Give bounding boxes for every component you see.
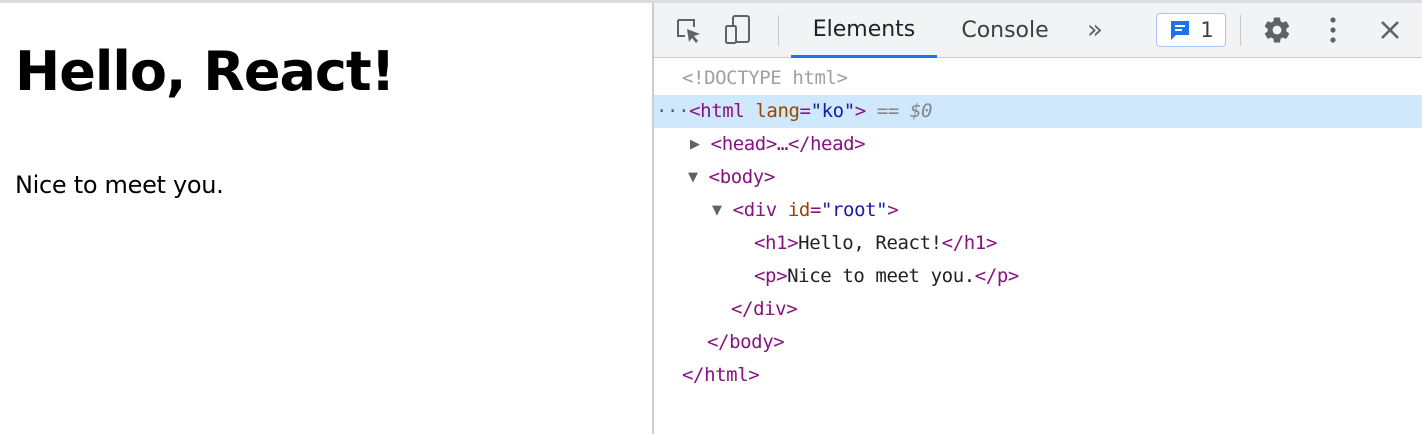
rendered-page: Hello, React! Nice to meet you. — [0, 3, 652, 434]
id-attribute-value: "root" — [820, 199, 888, 221]
lang-attribute-value: "ko" — [810, 100, 856, 122]
tree-node-body-close[interactable]: </body> — [654, 326, 1422, 359]
div-open-tag: <div — [732, 199, 778, 221]
body-open-tag: <body> — [708, 166, 776, 188]
selected-node-marker: == $0 — [876, 100, 933, 122]
node-actions-dots[interactable]: ··· — [656, 100, 690, 122]
collapse-triangle-icon[interactable]: ▼ — [688, 161, 698, 194]
tree-node-div-close[interactable]: </div> — [654, 293, 1422, 326]
div-close-tag: </div> — [731, 298, 798, 320]
tree-node-doctype[interactable]: <!DOCTYPE html> — [654, 62, 1422, 95]
body-close-tag: </body> — [707, 331, 785, 353]
h1-close-tag: </h1> — [941, 232, 998, 254]
tree-node-div-root[interactable]: ▼ <div id="root"> — [654, 194, 1422, 227]
kebab-menu-icon[interactable] — [1318, 3, 1348, 57]
tree-node-html-close[interactable]: </html> — [654, 359, 1422, 392]
page-heading: Hello, React! — [15, 40, 395, 103]
issues-button[interactable]: 1 — [1156, 13, 1226, 47]
close-icon[interactable] — [1374, 3, 1406, 57]
tab-elements[interactable]: Elements — [791, 3, 937, 58]
inspect-element-icon[interactable] — [670, 3, 706, 57]
tree-node-h1[interactable]: <h1>Hello, React!</h1> — [654, 227, 1422, 260]
tree-node-body[interactable]: ▼ <body> — [654, 161, 1422, 194]
doctype-text: <!DOCTYPE html> — [682, 67, 848, 89]
tab-console[interactable]: Console — [947, 3, 1063, 57]
page-paragraph: Nice to meet you. — [15, 171, 224, 199]
p-close-tag: </p> — [974, 265, 1020, 287]
lang-attribute-name: lang — [755, 100, 800, 122]
devtools-toolbar: Elements Console » 1 — [654, 3, 1422, 58]
toolbar-separator — [1240, 15, 1241, 46]
div-open-bracket: > — [887, 199, 899, 221]
tree-node-p[interactable]: <p>Nice to meet you.</p> — [654, 260, 1422, 293]
html-open-bracket: > — [854, 100, 866, 122]
gear-icon[interactable] — [1259, 3, 1295, 57]
h1-open-tag: <h1> — [754, 232, 799, 254]
h1-text-node: Hello, React! — [798, 232, 942, 254]
html-open-tag: <html — [689, 100, 745, 122]
tree-node-html[interactable]: ···<html lang="ko"> == $0 — [654, 95, 1422, 128]
collapse-triangle-icon[interactable]: ▼ — [712, 194, 722, 227]
more-tabs-button[interactable]: » — [1087, 3, 1103, 57]
id-attribute-name: id — [787, 199, 810, 221]
devtools-panel: Elements Console » 1 <!DOCTYPE html> ···… — [654, 3, 1422, 434]
p-open-tag: <p> — [754, 265, 788, 287]
head-collapsed-tag: <head>…</head> — [710, 133, 866, 155]
issues-count: 1 — [1200, 18, 1214, 42]
expand-triangle-icon[interactable]: ▶ — [690, 128, 700, 161]
html-close-tag: </html> — [682, 364, 760, 386]
issues-message-icon — [1171, 21, 1190, 40]
p-text-node: Nice to meet you. — [787, 265, 975, 287]
lang-equals: = — [799, 100, 811, 122]
id-equals: = — [809, 199, 821, 221]
toolbar-separator — [778, 15, 779, 46]
device-toolbar-icon[interactable] — [720, 3, 756, 57]
tree-node-head[interactable]: ▶ <head>…</head> — [654, 128, 1422, 161]
